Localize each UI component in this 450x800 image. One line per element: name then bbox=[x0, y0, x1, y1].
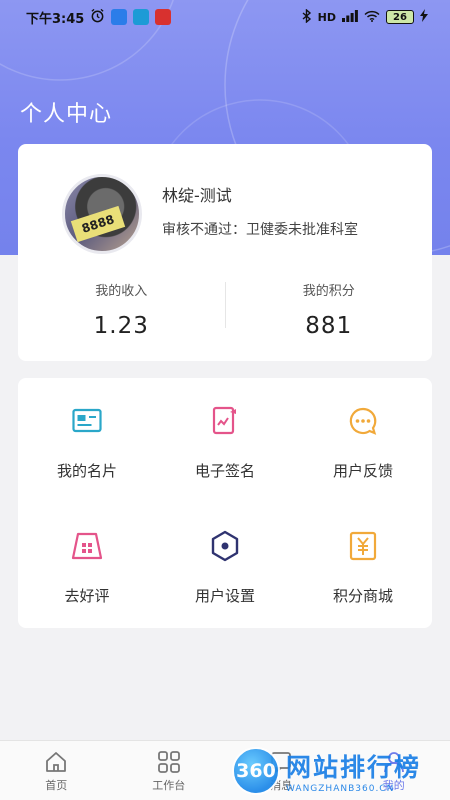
signal-icon bbox=[342, 9, 358, 25]
income-value: 1.23 bbox=[93, 313, 149, 339]
menu-label: 积分商城 bbox=[332, 587, 393, 605]
app-notification-icon bbox=[111, 9, 128, 25]
menu-label: 我的名片 bbox=[56, 462, 117, 480]
watermark-logo: 360 网站排行榜 WANGZHANB360.CN bbox=[232, 741, 450, 800]
tab-workbench[interactable]: 工作台 bbox=[113, 741, 226, 800]
menu-label: 用户反馈 bbox=[332, 462, 393, 480]
network-label: HD bbox=[317, 10, 336, 24]
menu-label: 去好评 bbox=[64, 587, 110, 605]
menu-item-e-signature[interactable]: 电子签名 bbox=[156, 378, 294, 503]
stats-row: 我的收入 1.23 我的积分 881 bbox=[18, 274, 432, 344]
menu-item-user-settings[interactable]: 用户设置 bbox=[156, 503, 294, 628]
app-notification-icon bbox=[133, 9, 150, 25]
hexagon-settings-icon bbox=[209, 530, 241, 562]
avatar-tag: 8888 bbox=[70, 205, 126, 243]
user-name: 林绽-测试 bbox=[162, 186, 232, 205]
home-icon bbox=[43, 749, 69, 775]
menu-label: 用户设置 bbox=[194, 587, 255, 605]
review-status: 审核不通过：卫健委未批准科室 bbox=[162, 222, 358, 238]
business-card-icon bbox=[71, 405, 103, 437]
tab-label: 首页 bbox=[45, 779, 68, 792]
menu-item-feedback[interactable]: 用户反馈 bbox=[294, 378, 432, 503]
tab-home[interactable]: 首页 bbox=[0, 741, 113, 800]
charging-icon bbox=[420, 9, 428, 25]
menu-grid: 我的名片 电子签名 用户反馈 去好评 用户设置 积分商城 bbox=[18, 378, 432, 628]
points-label: 我的积分 bbox=[302, 284, 355, 299]
page-title: 个人中心 bbox=[20, 102, 113, 127]
income-label: 我的收入 bbox=[95, 284, 148, 299]
watermark-badge: 360 bbox=[232, 746, 280, 795]
battery-icon: 26 bbox=[386, 10, 414, 24]
tab-label: 工作台 bbox=[152, 779, 186, 792]
grid-icon bbox=[156, 749, 182, 775]
signature-pad-icon bbox=[209, 405, 241, 437]
watermark-title: 网站排行榜 bbox=[286, 752, 422, 782]
menu-item-rate-app[interactable]: 去好评 bbox=[18, 503, 156, 628]
menu-item-business-card[interactable]: 我的名片 bbox=[18, 378, 156, 503]
app-notification-icon bbox=[155, 9, 172, 25]
menu-label: 电子签名 bbox=[194, 462, 255, 480]
bluetooth-icon bbox=[302, 7, 312, 26]
profile-card: 8888 林绽-测试 审核不通过：卫健委未批准科室 我的收入 1.23 我的积分… bbox=[18, 144, 432, 361]
avatar[interactable]: 8888 bbox=[62, 174, 142, 254]
store-rating-icon bbox=[71, 530, 103, 562]
alarm-icon bbox=[90, 8, 105, 27]
chat-bubble-icon bbox=[347, 405, 379, 437]
points-value: 881 bbox=[305, 313, 353, 339]
status-time: 下午3:45 bbox=[26, 11, 85, 27]
status-bar: 下午3:45 HD 26 bbox=[0, 0, 450, 34]
yen-coupon-icon bbox=[347, 530, 379, 562]
wifi-icon bbox=[364, 10, 380, 25]
watermark-subtitle: WANGZHANB360.CN bbox=[286, 783, 395, 794]
points-stat[interactable]: 我的积分 881 bbox=[226, 274, 433, 344]
menu-item-points-mall[interactable]: 积分商城 bbox=[294, 503, 432, 628]
income-stat[interactable]: 我的收入 1.23 bbox=[18, 274, 225, 344]
